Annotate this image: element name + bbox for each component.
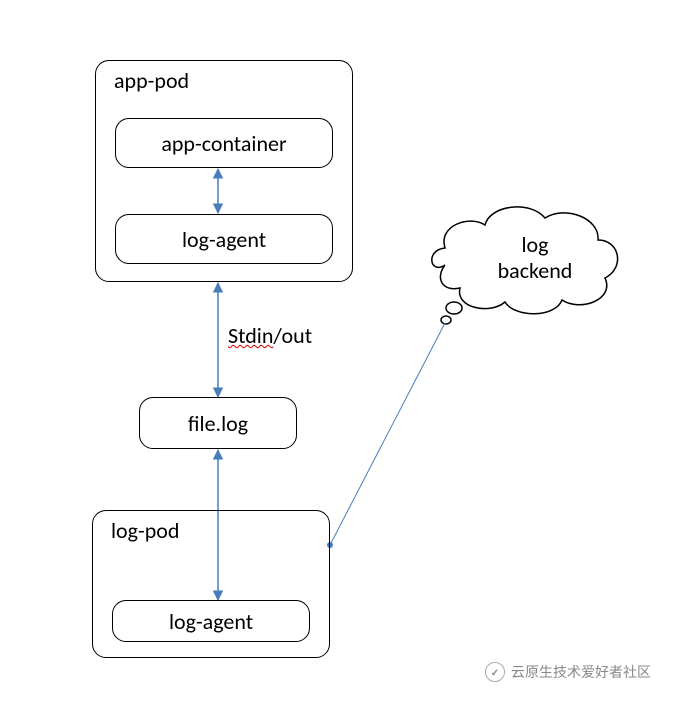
app-container-box: app-container (115, 118, 333, 168)
out-text: /out (273, 322, 312, 349)
cloud-bubble-1 (446, 302, 462, 314)
cloud-bubble-2 (441, 316, 451, 324)
connector-logpod-backend (330, 323, 445, 545)
log-backend-line2: backend (490, 258, 580, 284)
watermark-text: 云原生技术爱好者社区 (511, 662, 651, 682)
log-agent-bottom-label: log-agent (113, 601, 309, 641)
file-log-box: file.log (139, 397, 297, 449)
stdin-out-label: Stdin/out (228, 322, 312, 349)
log-pod-label: log-pod (111, 517, 179, 544)
log-backend-text: log backend (490, 232, 580, 285)
log-agent-top-label: log-agent (116, 215, 332, 263)
watermark: ✓ 云原生技术爱好者社区 (485, 662, 651, 682)
file-log-label: file.log (140, 398, 296, 448)
stdin-text: Stdin (228, 322, 273, 349)
app-container-label: app-container (116, 119, 332, 167)
log-backend-line1: log (490, 232, 580, 258)
log-agent-top-box: log-agent (115, 214, 333, 264)
log-agent-bottom-box: log-agent (112, 600, 310, 642)
app-pod-label: app-pod (114, 67, 189, 94)
watermark-icon: ✓ (485, 662, 505, 682)
